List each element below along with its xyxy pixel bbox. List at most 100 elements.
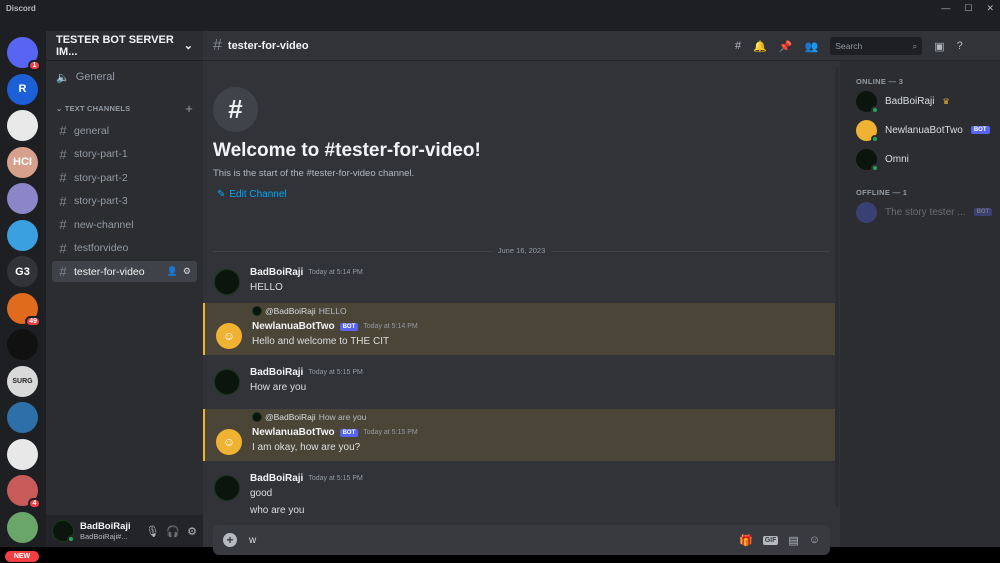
message[interactable]: @BadBoiRaji How are you ☺ NewlanuaBotTwo BOT… bbox=[203, 409, 836, 461]
add-channel-icon[interactable]: + bbox=[185, 101, 193, 116]
member-item[interactable]: The story tester ... BOT bbox=[840, 201, 1000, 223]
member-list-icon[interactable]: 👥 bbox=[805, 40, 819, 53]
avatar[interactable]: ☺ bbox=[216, 429, 242, 455]
channel-settings-icon[interactable]: ⚙ bbox=[183, 266, 191, 277]
gift-icon[interactable]: 🎁 bbox=[739, 534, 753, 547]
reply-preview[interactable]: @BadBoiRaji How are you bbox=[252, 412, 366, 422]
voice-channel-general[interactable]: 🔈 General bbox=[46, 67, 203, 87]
notification-badge: 4 bbox=[28, 498, 41, 509]
close-button[interactable]: ✕ bbox=[986, 3, 994, 14]
minimize-button[interactable]: — bbox=[941, 3, 950, 14]
avatar[interactable] bbox=[214, 475, 240, 501]
scrollbar[interactable] bbox=[835, 67, 839, 507]
channel-item[interactable]: # general bbox=[52, 120, 197, 141]
channel-item[interactable]: # story-part-2 bbox=[52, 167, 197, 188]
threads-icon[interactable]: # bbox=[735, 40, 741, 52]
message-author-row: BadBoiRaji Today at 5:15 PM bbox=[250, 473, 363, 484]
user-controls: 🎙 🎧 ⚙ bbox=[145, 525, 197, 538]
online-status-dot bbox=[871, 134, 879, 143]
pin-icon[interactable]: 📌 bbox=[779, 40, 793, 53]
message-text: good bbox=[250, 488, 273, 499]
message[interactable]: @BadBoiRaji HELLO ☺ NewlanuaBotTwo BOT Today … bbox=[203, 303, 836, 355]
channel-item[interactable]: # story-part-3 bbox=[52, 191, 197, 212]
server-icon[interactable] bbox=[7, 402, 38, 433]
attach-plus-icon[interactable]: + bbox=[223, 533, 237, 547]
avatar[interactable] bbox=[214, 369, 240, 395]
emoji-icon[interactable]: ☺ bbox=[809, 534, 820, 546]
member-name: The story tester ... bbox=[885, 206, 966, 218]
message-author[interactable]: BadBoiRaji bbox=[250, 367, 303, 378]
member-name: BadBoiRaji bbox=[885, 95, 935, 107]
help-icon[interactable]: ? bbox=[957, 40, 963, 52]
settings-gear-icon[interactable]: ⚙ bbox=[187, 525, 197, 538]
inbox-icon[interactable]: ▣ bbox=[934, 40, 944, 53]
maximize-button[interactable]: ☐ bbox=[964, 3, 972, 14]
channel-hash-icon: # bbox=[213, 87, 258, 132]
message-input[interactable]: w bbox=[249, 535, 727, 546]
message-text: I am okay, how are you? bbox=[252, 442, 361, 453]
channel-item[interactable]: # story-part-1 bbox=[52, 144, 197, 165]
voice-channel-label: General bbox=[75, 71, 115, 83]
member-item[interactable]: NewlanuaBotTwo BOT bbox=[840, 119, 1000, 143]
reply-text: HELLO bbox=[318, 306, 347, 316]
message[interactable]: BadBoiRaji Today at 5:15 PM good who are yo… bbox=[203, 469, 836, 523]
sticker-icon[interactable]: ▤ bbox=[788, 534, 798, 547]
microphone-icon[interactable]: 🎙 bbox=[145, 525, 159, 538]
server-icon[interactable]: 49 bbox=[7, 292, 41, 327]
message[interactable]: BadBoiRaji Today at 5:15 PM How are you bbox=[203, 363, 836, 401]
message[interactable]: BadBoiRaji Today at 5:14 PM HELLO bbox=[203, 263, 836, 301]
server-icon[interactable] bbox=[7, 183, 38, 214]
member-name: NewlanuaBotTwo bbox=[885, 124, 963, 136]
online-header: ONLINE — 3 bbox=[856, 77, 904, 86]
channel-label: story-part-1 bbox=[74, 148, 128, 160]
server-icon[interactable] bbox=[7, 219, 38, 251]
online-status-dot bbox=[871, 105, 879, 114]
server-icon[interactable] bbox=[7, 329, 38, 360]
channel-item[interactable]: # tester-for-video 👤 ⚙ bbox=[52, 261, 197, 282]
reply-text: How are you bbox=[318, 412, 367, 422]
member-list: ONLINE — 3 BadBoiRaji ♛ NewlanuaBotTwo BOT O… bbox=[840, 61, 1000, 547]
bot-tag: BOT bbox=[973, 208, 993, 216]
server-icon[interactable]: R bbox=[7, 73, 38, 105]
server-icon[interactable]: G3 bbox=[7, 256, 38, 287]
server-icon-label: G3 bbox=[15, 265, 30, 278]
category-text-channels[interactable]: ⌄ TEXT CHANNELS + bbox=[46, 101, 203, 116]
invite-icon[interactable]: 👤 bbox=[167, 266, 178, 277]
headphones-icon[interactable]: 🎧 bbox=[166, 525, 180, 538]
gif-button[interactable]: GIF bbox=[762, 535, 779, 545]
server-icon[interactable] bbox=[7, 511, 38, 543]
speaker-icon: 🔈 bbox=[56, 71, 70, 84]
channel-label: story-part-2 bbox=[74, 171, 128, 184]
bell-icon[interactable]: 🔔 bbox=[753, 40, 767, 53]
message-author[interactable]: BadBoiRaji bbox=[250, 267, 303, 278]
avatar[interactable] bbox=[214, 269, 240, 295]
channel-welcome: # Welcome to #tester-for-video! This is … bbox=[213, 87, 481, 200]
server-icon[interactable]: 1 bbox=[7, 37, 41, 71]
avatar bbox=[856, 119, 879, 143]
online-members: BadBoiRaji ♛ NewlanuaBotTwo BOT Omni bbox=[840, 90, 1000, 172]
date-divider-label: June 16, 2023 bbox=[491, 246, 552, 255]
server-icon[interactable] bbox=[7, 438, 38, 470]
user-info[interactable]: BadBoiRaji BadBoiRaji#... bbox=[80, 521, 131, 541]
search-placeholder: Search bbox=[835, 41, 863, 51]
avatar[interactable]: ☺ bbox=[216, 323, 242, 349]
server-icon[interactable]: 4 bbox=[7, 475, 41, 509]
channel-item[interactable]: # new-channel bbox=[52, 214, 197, 235]
server-icon[interactable]: HCI bbox=[7, 146, 38, 178]
server-icon[interactable] bbox=[7, 110, 38, 141]
server-icon[interactable]: SURG bbox=[7, 365, 38, 397]
search-input[interactable]: Search ⌕ bbox=[830, 37, 923, 55]
member-item[interactable]: BadBoiRaji ♛ bbox=[840, 90, 1000, 114]
message-author[interactable]: BadBoiRaji bbox=[250, 473, 303, 484]
message-author[interactable]: NewlanuaBotTwo bbox=[252, 321, 335, 332]
member-item[interactable]: Omni bbox=[840, 148, 1000, 172]
reply-preview[interactable]: @BadBoiRaji HELLO bbox=[252, 306, 347, 316]
channel-item[interactable]: # testforvideo bbox=[52, 238, 197, 259]
avatar[interactable] bbox=[52, 520, 75, 543]
server-header[interactable]: TESTER BOT SERVER IM... ⌄ bbox=[46, 31, 203, 61]
chevron-icon: ⌄ bbox=[56, 104, 63, 113]
avatar bbox=[856, 148, 879, 172]
server-icon-label: HCI bbox=[13, 156, 32, 168]
message-author[interactable]: NewlanuaBotTwo bbox=[252, 427, 335, 438]
edit-channel-link[interactable]: ✎ Edit Channel bbox=[213, 189, 481, 200]
